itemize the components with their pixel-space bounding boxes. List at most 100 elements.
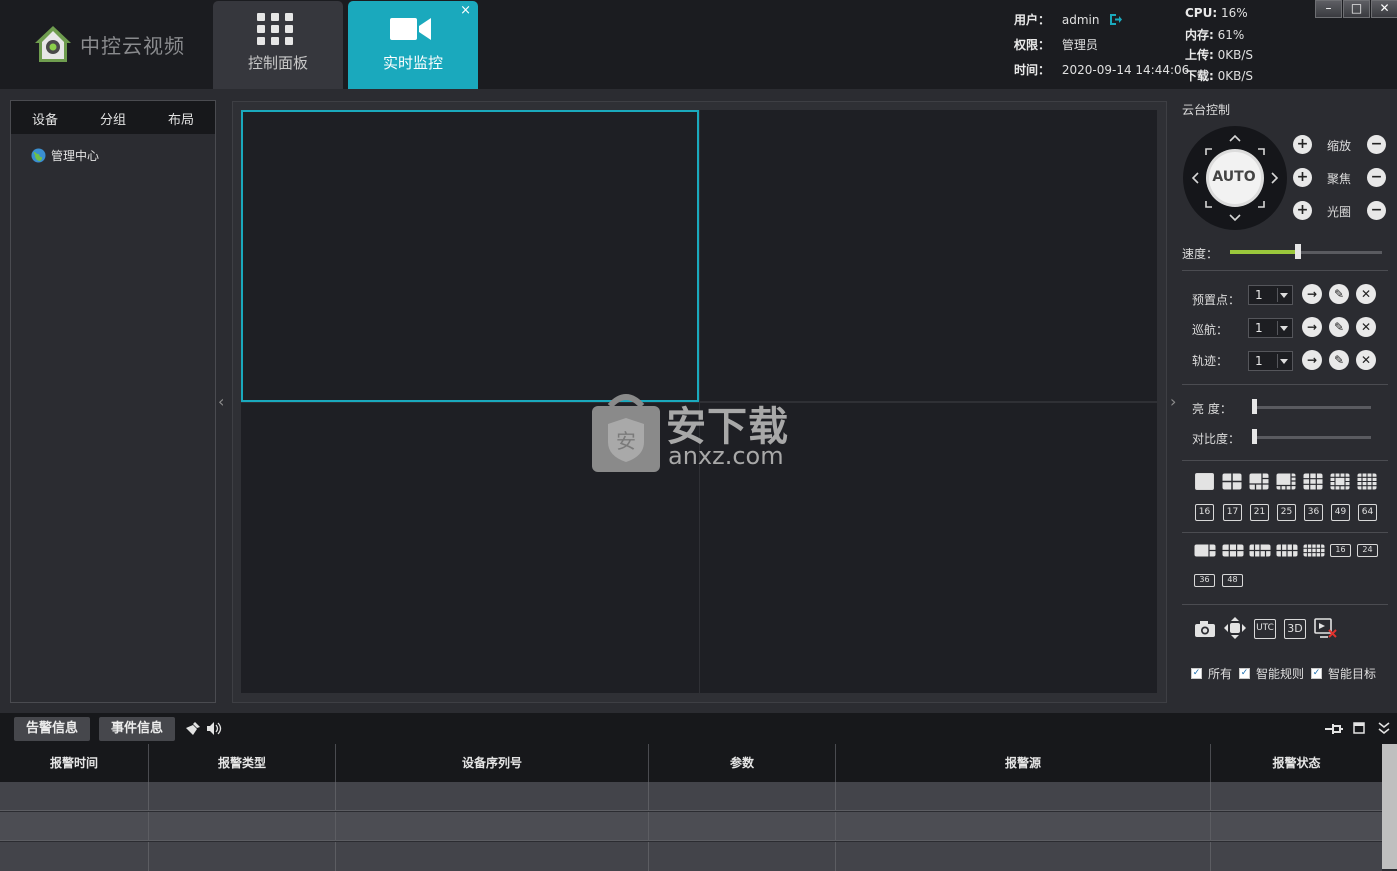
wide-layout-4-icon[interactable] [1276, 544, 1298, 557]
zoom-out-button[interactable]: − [1367, 135, 1386, 154]
track-value: 1 [1255, 354, 1263, 368]
minimize-button[interactable]: – [1315, 0, 1342, 18]
preset-delete-button[interactable]: ✕ [1356, 284, 1376, 304]
layout-64-button[interactable]: 64 [1358, 504, 1377, 521]
layout-21-button[interactable]: 21 [1250, 504, 1269, 521]
role-row: 权限： 管理员 [1014, 36, 1098, 53]
ptz-auto-button[interactable]: AUTO [1207, 169, 1261, 185]
speed-slider-handle[interactable] [1295, 244, 1301, 259]
tab-groups[interactable]: 分组 [79, 107, 147, 128]
wide-layout-3-icon[interactable] [1249, 544, 1271, 557]
col-alarm-type[interactable]: 报警类型 [149, 744, 336, 782]
iris-out-button[interactable]: − [1367, 201, 1386, 220]
download-stat: 下载: 0KB/S [1185, 67, 1253, 84]
window-icon[interactable] [1353, 722, 1365, 734]
wide-layout-36-button[interactable]: 36 [1194, 574, 1215, 587]
wide-layout-5-icon[interactable] [1303, 544, 1325, 557]
cruise-go-button[interactable]: → [1302, 317, 1322, 337]
cruise-delete-button[interactable]: ✕ [1356, 317, 1376, 337]
filter-smart-target-checkbox[interactable]: ✓ 智能目标 [1311, 665, 1376, 682]
col-alarm-time[interactable]: 报警时间 [0, 744, 149, 782]
layout-16-grid-icon[interactable] [1357, 473, 1377, 490]
focus-in-button[interactable]: + [1293, 168, 1312, 187]
layout-17-button[interactable]: 17 [1223, 504, 1242, 521]
layout-1-icon[interactable] [1195, 473, 1214, 490]
utc-button[interactable]: UTC [1254, 619, 1276, 639]
track-edit-button[interactable]: ✎ [1329, 350, 1349, 370]
filter-smart-rules-checkbox[interactable]: ✓ 智能规则 [1239, 665, 1304, 682]
close-window-button[interactable]: ✕ [1371, 0, 1397, 18]
zoom-in-button[interactable]: + [1293, 135, 1312, 154]
collapse-icon[interactable] [1378, 721, 1390, 735]
brightness-slider-handle[interactable] [1252, 399, 1257, 414]
svg-text:安: 安 [616, 429, 636, 453]
pin-icon[interactable] [1325, 722, 1343, 736]
tab-event-info[interactable]: 事件信息 [99, 717, 176, 741]
layout-25-button[interactable]: 25 [1277, 504, 1296, 521]
track-delete-button[interactable]: ✕ [1356, 350, 1376, 370]
layout-16-button[interactable]: 16 [1195, 504, 1214, 521]
wide-layout-2-icon[interactable] [1222, 544, 1244, 557]
col-params[interactable]: 参数 [649, 744, 836, 782]
cpu-stat: CPU: 16% [1185, 6, 1248, 20]
house-camera-icon [35, 26, 71, 62]
preset-select[interactable]: 1 [1248, 285, 1293, 305]
3d-button[interactable]: 3D [1284, 619, 1306, 639]
speed-label: 速度： [1182, 247, 1219, 261]
brightness-slider[interactable] [1252, 406, 1371, 409]
tree-item-management-center[interactable]: 管理中心 [31, 147, 99, 164]
wide-layout-16-button[interactable]: 16 [1330, 544, 1351, 557]
monitor-close-icon[interactable] [1314, 618, 1338, 640]
col-alarm-source[interactable]: 报警源 [836, 744, 1211, 782]
maximize-button[interactable]: □ [1343, 0, 1370, 18]
logout-icon[interactable] [1109, 13, 1123, 26]
preset-go-button[interactable]: → [1302, 284, 1322, 304]
role-value: 管理员 [1061, 38, 1098, 52]
track-go-button[interactable]: → [1302, 350, 1322, 370]
tab-devices[interactable]: 设备 [11, 107, 79, 128]
layout-36-button[interactable]: 36 [1304, 504, 1323, 521]
col-alarm-status[interactable]: 报警状态 [1211, 744, 1382, 782]
wide-layout-24-button[interactable]: 24 [1357, 544, 1378, 557]
filter-all-checkbox[interactable]: ✓ 所有 [1191, 665, 1232, 682]
wide-layout-1-icon[interactable] [1194, 544, 1216, 557]
wide-layout-48-button[interactable]: 48 [1222, 574, 1243, 587]
broom-icon[interactable] [185, 721, 201, 736]
cruise-select[interactable]: 1 [1248, 318, 1293, 338]
video-grid: 安 安下载 anxz.com [232, 101, 1167, 703]
layout-49-button[interactable]: 49 [1331, 504, 1350, 521]
table-row[interactable] [0, 812, 1382, 841]
tab-layouts[interactable]: 布局 [147, 107, 215, 128]
cruise-value: 1 [1255, 321, 1263, 335]
close-tab-icon[interactable]: × [460, 4, 471, 17]
contrast-slider-handle[interactable] [1252, 429, 1257, 444]
layout-4-icon[interactable] [1222, 473, 1242, 490]
collapse-right-icon[interactable]: › [1170, 392, 1176, 411]
camera-icon[interactable] [1194, 620, 1216, 638]
speaker-icon[interactable] [206, 721, 222, 736]
col-device-serial[interactable]: 设备序列号 [336, 744, 649, 782]
tab-control-panel[interactable]: 控制面板 [213, 1, 343, 89]
video-cell-2[interactable] [700, 110, 1157, 401]
focus-out-button[interactable]: − [1367, 168, 1386, 187]
contrast-slider[interactable] [1252, 436, 1371, 439]
iris-in-button[interactable]: + [1293, 201, 1312, 220]
table-row[interactable] [0, 842, 1382, 871]
video-cell-1[interactable] [241, 110, 699, 402]
tab-alarm-info[interactable]: 告警信息 [14, 717, 91, 741]
layout-9-icon[interactable] [1303, 473, 1323, 490]
cruise-label: 巡航： [1192, 323, 1229, 337]
table-row[interactable] [0, 782, 1382, 811]
time-label: 时间： [1014, 63, 1051, 77]
top-bar: 中控云视频 控制面板 × 实时监控 用户： admin 权限： 管理员 时间： … [0, 0, 1397, 89]
track-select[interactable]: 1 [1248, 351, 1293, 371]
layout-6-icon[interactable] [1249, 473, 1269, 490]
preset-edit-button[interactable]: ✎ [1329, 284, 1349, 304]
layout-13-icon[interactable] [1330, 473, 1350, 490]
table-scrollbar[interactable] [1382, 744, 1397, 869]
collapse-left-icon[interactable]: ‹ [218, 392, 224, 411]
cruise-edit-button[interactable]: ✎ [1329, 317, 1349, 337]
layout-8-icon[interactable] [1276, 473, 1296, 490]
tab-live-monitor[interactable]: × 实时监控 [348, 1, 478, 89]
move-icon[interactable] [1223, 616, 1247, 640]
